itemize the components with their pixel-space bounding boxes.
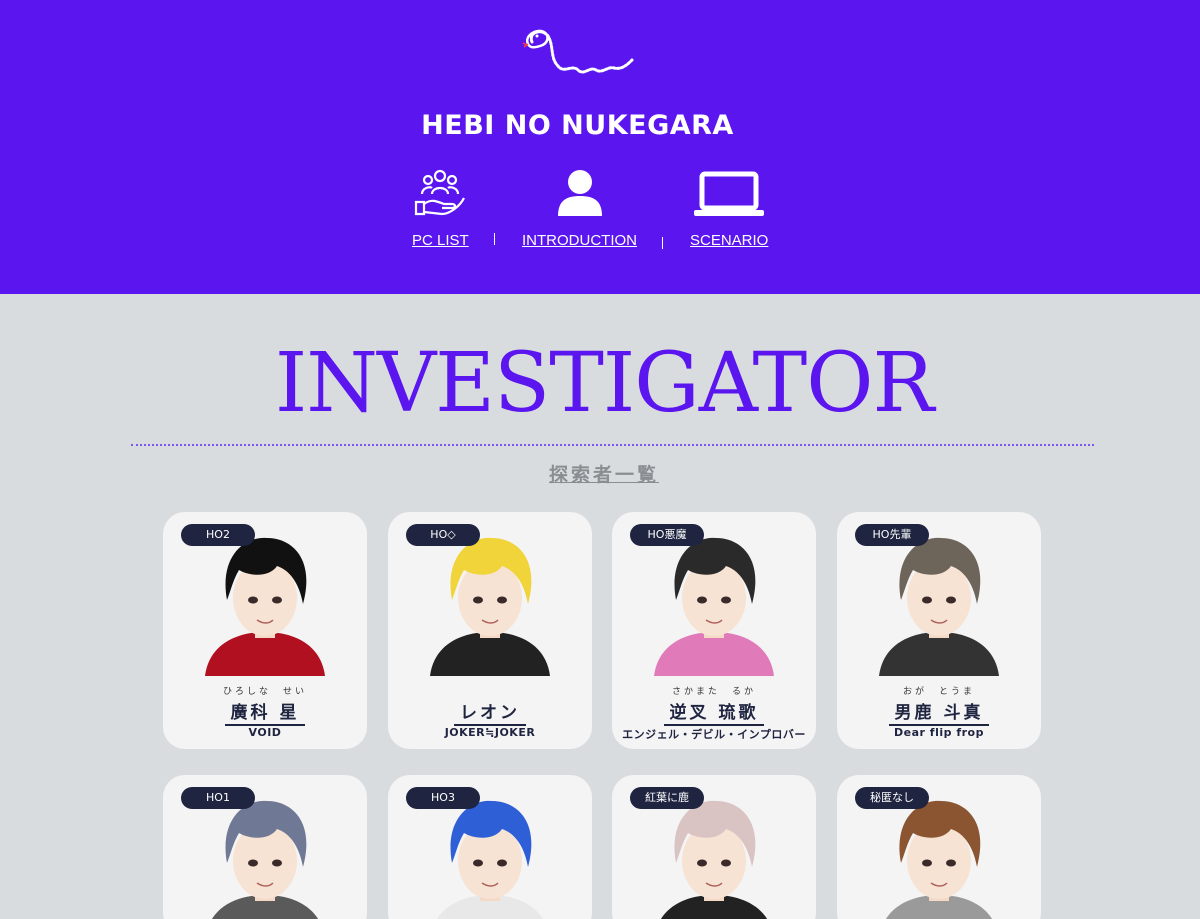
pc-name[interactable]: 逆叉 琉歌: [612, 698, 816, 726]
scenario-name: VOID: [248, 726, 282, 739]
nav-pc-list[interactable]: PC LIST: [412, 168, 469, 249]
ho-badge: 秘匿なし: [855, 787, 929, 809]
nav-label-scenario[interactable]: SCENARIO: [690, 232, 768, 249]
character-portrait: [654, 537, 774, 676]
pc-name[interactable]: 廣科 星: [163, 698, 367, 726]
title-divider: [131, 444, 1094, 446]
character-portrait: [205, 537, 325, 676]
site-header: HEBI NO NUKEGARA PC LIST INTRODUCTION SC…: [0, 0, 1200, 294]
character-portrait: [430, 537, 550, 676]
pc-card[interactable]: 紅葉に鹿: [612, 775, 816, 919]
pc-name[interactable]: レオン: [388, 698, 592, 726]
pc-card[interactable]: 秘匿なし: [837, 775, 1041, 919]
pc-card[interactable]: HO1: [163, 775, 367, 919]
pc-card[interactable]: HO3: [388, 775, 592, 919]
ho-badge: HO悪魔: [630, 524, 704, 546]
people-hand-icon: [415, 169, 466, 216]
pc-name[interactable]: 男鹿 斗真: [837, 698, 1041, 726]
nav-introduction[interactable]: INTRODUCTION: [522, 168, 637, 249]
name-ruby: ひろしな せい: [222, 687, 307, 697]
ho-badge: HO1: [181, 787, 255, 809]
snake-logo-icon[interactable]: [518, 24, 638, 84]
pc-card[interactable]: HO悪魔さかまた るか 逆叉 琉歌エンジェル・デビル・インプロバー: [612, 512, 816, 749]
ho-badge: HO2: [181, 524, 255, 546]
scenario-name: エンジェル・デビル・インプロバー: [622, 728, 806, 741]
section-title: INVESTIGATOR: [274, 336, 934, 431]
name-ruby: さかまた るか: [671, 687, 756, 697]
ho-badge: 紅葉に鹿: [630, 787, 704, 809]
laptop-icon: [694, 171, 765, 216]
pc-card[interactable]: HO先輩おが とうま 男鹿 斗真 Dear flip frop: [837, 512, 1041, 749]
ho-badge: HO3: [406, 787, 480, 809]
scenario-name: JOKER≒JOKER: [444, 726, 536, 739]
section-subtitle[interactable]: 探索者一覧: [0, 460, 1200, 487]
name-ruby: おが とうま: [902, 687, 975, 697]
nav-label-introduction[interactable]: INTRODUCTION: [522, 232, 637, 249]
nav-separator: [494, 233, 495, 245]
person-icon: [557, 170, 602, 216]
ho-badge: HO◇: [406, 524, 480, 546]
character-portrait: [879, 537, 999, 676]
nav-scenario[interactable]: SCENARIO: [690, 168, 768, 249]
ho-badge: HO先輩: [855, 524, 929, 546]
pc-card[interactable]: HO2 ひろしな せい 廣科 星 VOID: [163, 512, 367, 749]
scenario-name: Dear flip frop: [894, 726, 984, 739]
nav-label-pc-list[interactable]: PC LIST: [412, 232, 469, 249]
site-title[interactable]: HEBI NO NUKEGARA: [0, 110, 1155, 141]
pc-card[interactable]: HO◇ レオン JOKER≒JOKER: [388, 512, 592, 749]
nav-separator: [662, 237, 663, 249]
